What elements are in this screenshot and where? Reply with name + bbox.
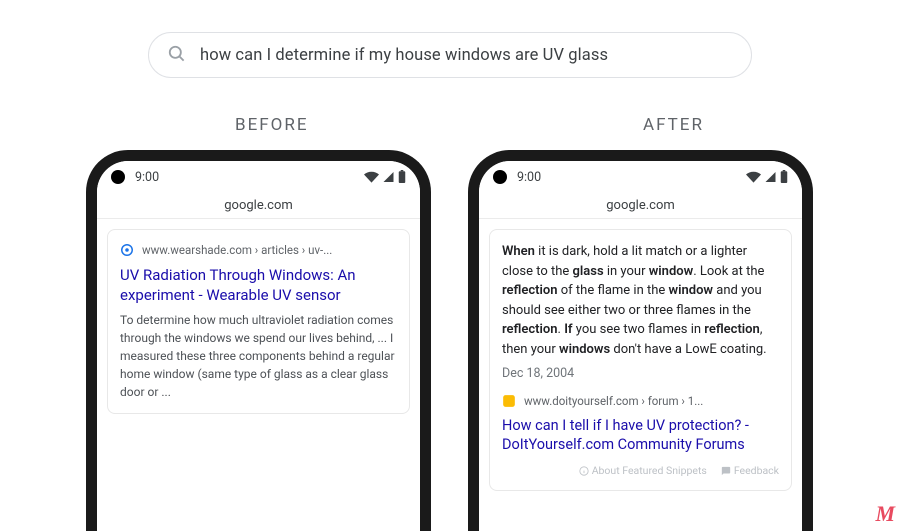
status-bar: 9:00 [97, 161, 420, 193]
search-bar[interactable]: how can I determine if my house windows … [148, 32, 752, 78]
search-query-text: how can I determine if my house windows … [200, 46, 608, 65]
address-bar[interactable]: google.com [479, 193, 802, 219]
breadcrumb: www.wearshade.com › articles › uv-... [120, 242, 397, 259]
wifi-icon [746, 171, 761, 183]
status-time: 9:00 [135, 170, 159, 185]
about-featured-snippets-link[interactable]: About Featured Snippets [579, 463, 707, 478]
featured-snippet-text: When it is dark, hold a lit match or a l… [502, 242, 779, 359]
camera-hole-icon [111, 170, 125, 184]
snippet-footer: About Featured Snippets Feedback [502, 463, 779, 478]
address-bar[interactable]: google.com [97, 193, 420, 219]
breadcrumb-text: www.wearshade.com › articles › uv-... [142, 242, 332, 259]
status-bar: 9:00 [479, 161, 802, 193]
address-text: google.com [224, 198, 293, 213]
feedback-link[interactable]: Feedback [721, 463, 779, 478]
status-time: 9:00 [517, 170, 541, 185]
camera-hole-icon [493, 170, 507, 184]
result-title[interactable]: UV Radiation Through Windows: An experim… [120, 265, 397, 306]
signal-icon [382, 171, 395, 183]
result-snippet: To determine how much ultraviolet radiat… [120, 311, 397, 401]
address-text: google.com [606, 198, 675, 213]
search-result-card-before[interactable]: www.wearshade.com › articles › uv-... UV… [107, 229, 410, 414]
feedback-icon [721, 466, 731, 476]
phone-mockup-after: 9:00 google.com When it is dark, hold a … [468, 150, 813, 531]
wifi-icon [364, 171, 379, 183]
featured-snippet-card-after[interactable]: When it is dark, hold a lit match or a l… [489, 229, 792, 491]
search-icon [167, 44, 186, 67]
status-icons [364, 170, 406, 183]
battery-icon [780, 170, 788, 183]
info-icon [579, 466, 589, 476]
battery-icon [398, 170, 406, 183]
favicon-doityourself-icon [502, 394, 516, 408]
label-before: BEFORE [235, 115, 308, 135]
label-after: AFTER [643, 115, 704, 135]
signal-icon [764, 171, 777, 183]
breadcrumb: www.doityourself.com › forum › 1... [502, 393, 779, 410]
favicon-wearshade-icon [120, 243, 134, 257]
phone-mockup-before: 9:00 google.com www.wearshade.com › arti… [86, 150, 431, 531]
watermark-logo: M [875, 501, 894, 527]
result-title[interactable]: How can I tell if I have UV protection? … [502, 416, 779, 455]
snippet-date: Dec 18, 2004 [502, 366, 574, 381]
breadcrumb-text: www.doityourself.com › forum › 1... [524, 393, 703, 410]
status-icons [746, 170, 788, 183]
